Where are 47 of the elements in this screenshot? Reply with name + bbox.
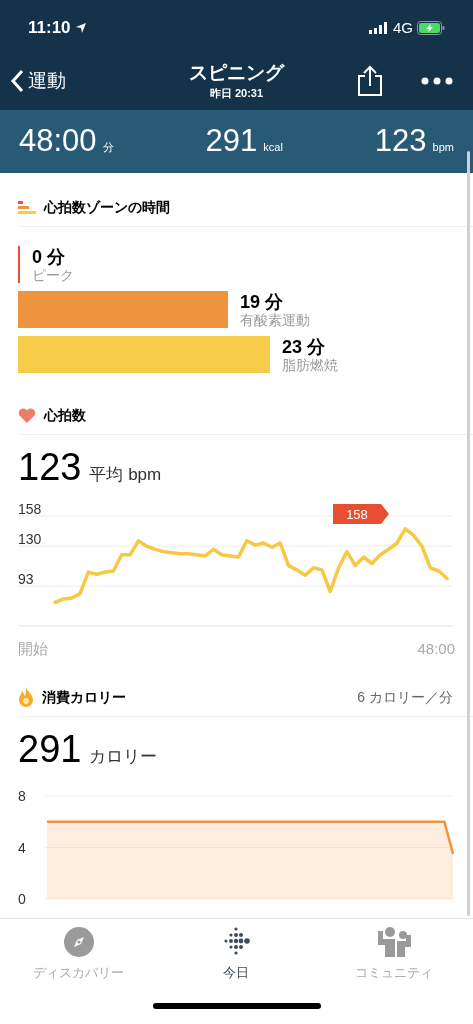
zone-label: 有酸素運動 [240,311,310,327]
summary-unit: bpm [432,140,454,156]
summary-unit: 分 [102,140,114,156]
section-title: 消費カロリー [42,687,127,707]
axis-label: 158 [18,504,42,517]
axis-label: 48:00 [417,639,455,659]
network-label: 4G [393,17,413,38]
clock: 11:10 [28,17,71,40]
section-title: 心拍数 [44,406,86,425]
zone-label: 脂肪燃焼 [282,356,338,372]
zone-minutes: 23 分 [282,337,327,356]
heart-rate-unit: 平均 bpm [89,464,162,486]
axis-label: 4 [18,839,26,855]
people-icon [376,927,413,957]
more-icon[interactable] [421,77,453,85]
calorie-value: 291 [18,726,82,772]
signal-icon [369,22,389,34]
zone-label: ピーク [32,266,74,282]
tab[interactable]: 今日 [171,927,302,983]
summary-value: 123 [374,122,427,161]
zone-minutes: 19 分 [240,292,285,311]
peak-value: 158 [346,507,368,522]
calorie-rate: 6 カロリー／分 [357,687,453,707]
summary-value: 48:00 [19,122,97,161]
axis-label: 93 [18,571,34,588]
battery-icon [417,21,445,35]
chevron-left-icon [10,69,24,93]
share-icon[interactable] [357,65,383,97]
section-title: 心拍数ゾーンの時間 [44,198,170,217]
summary-unit: kcal [263,140,283,156]
axis-label: 開始 [18,639,48,659]
axis-label: 130 [18,531,42,548]
zones-icon [18,200,36,215]
heart-rate-value: 123 [18,445,82,490]
calorie-unit: カロリー [89,745,158,768]
axis-label: 8 [18,787,26,804]
location-icon [74,22,87,34]
page-title: スピニング [189,60,284,85]
zone-minutes: 0 分 [32,247,66,266]
summary-value: 291 [205,122,258,161]
back-button[interactable]: 運動 [10,66,130,96]
compass-icon [63,927,94,957]
page-subtitle: 昨日 20:31 [209,85,264,101]
heart-icon [18,408,36,423]
axis-label: 0 [18,890,26,904]
peak-tag [333,504,389,524]
flame-icon [18,687,34,707]
